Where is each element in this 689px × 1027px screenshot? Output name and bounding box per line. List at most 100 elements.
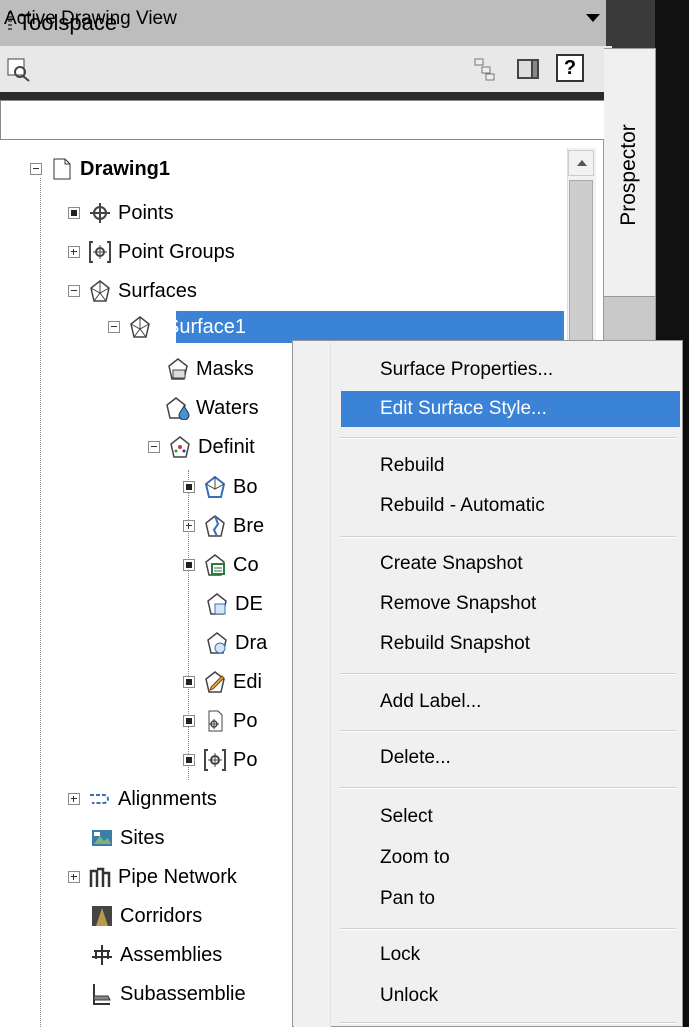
tree-item-label: Assemblies: [120, 943, 223, 966]
menu-item-remove-snapshot[interactable]: Remove Snapshot: [380, 593, 536, 615]
menu-separator: [340, 673, 676, 675]
view-select-value: Active Drawing View: [4, 8, 177, 29]
tree-item-sites[interactable]: Sites: [82, 821, 164, 855]
tree-item-label: Po: [233, 748, 258, 771]
surface-icon: [128, 315, 152, 339]
menu-separator: [340, 928, 676, 930]
breakline-icon: [203, 514, 227, 538]
tree-item-label: Bo: [233, 475, 258, 498]
menu-item-add-label[interactable]: Add Label...: [380, 691, 481, 713]
menu-item-delete[interactable]: Delete...: [380, 747, 451, 769]
tree-item-drawing-objects[interactable]: Dra: [197, 626, 267, 660]
drawing-object-icon: [205, 631, 229, 655]
tree-item-breaklines[interactable]: Bre: [183, 509, 264, 543]
menu-item-unlock[interactable]: Unlock: [380, 985, 438, 1007]
tree-item-label: Pipe Network: [118, 865, 237, 888]
help-button[interactable]: ?: [556, 54, 584, 82]
contour-icon: [203, 553, 227, 577]
tree-item-label: Definit: [198, 435, 255, 458]
node-icon[interactable]: [183, 559, 195, 571]
collapse-icon[interactable]: [30, 163, 42, 175]
expand-icon[interactable]: [68, 246, 80, 258]
alignment-icon: [88, 787, 112, 811]
expand-icon[interactable]: [68, 871, 80, 883]
tree-item-masks[interactable]: Masks: [158, 352, 254, 386]
tree-item-definition[interactable]: Definit: [148, 430, 255, 464]
tree-item-points[interactable]: Points: [68, 196, 174, 230]
mask-icon: [166, 357, 190, 381]
expand-icon[interactable]: [68, 793, 80, 805]
tree-item-pipe-networks[interactable]: Pipe Network: [68, 860, 237, 894]
menu-item-rebuild-snapshot[interactable]: Rebuild Snapshot: [380, 633, 530, 655]
collapse-icon[interactable]: [108, 321, 120, 333]
tree-item-surfaces[interactable]: Surfaces: [68, 274, 197, 308]
menu-item-surface-properties[interactable]: Surface Properties...: [380, 359, 553, 381]
menu-item-lock[interactable]: Lock: [380, 944, 420, 966]
node-icon[interactable]: [183, 754, 195, 766]
scroll-up-button[interactable]: [568, 150, 594, 176]
toolbar: ?: [0, 46, 612, 92]
tab-prospector-label: Prospector: [617, 124, 640, 226]
tree-item-label: Masks: [196, 357, 254, 380]
menu-item-create-snapshot[interactable]: Create Snapshot: [380, 553, 523, 575]
view-select[interactable]: [0, 100, 608, 140]
node-icon[interactable]: [183, 715, 195, 727]
tree-item-label: Points: [118, 201, 174, 224]
tree-item-subassemblies[interactable]: Subassemblie: [82, 977, 246, 1011]
menu-item-rebuild-automatic[interactable]: Rebuild - Automatic: [380, 495, 545, 517]
menu-item-zoom-to[interactable]: Zoom to: [380, 847, 450, 869]
tree-item-boundaries[interactable]: Bo: [183, 470, 257, 504]
chevron-down-icon[interactable]: [586, 14, 600, 22]
tree-item-label: Edi: [233, 670, 262, 693]
tree-item-label: Surfaces: [118, 279, 197, 302]
menu-item-select[interactable]: Select: [380, 806, 433, 828]
menu-item-pan-to[interactable]: Pan to: [380, 888, 435, 910]
menu-separator: [340, 1022, 676, 1024]
tree-item-point-groups[interactable]: Point Groups: [68, 235, 235, 269]
tree-item-surface1[interactable]: Surface1: [108, 310, 246, 344]
tree-item-assemblies[interactable]: Assemblies: [82, 938, 222, 972]
menu-separator: [340, 536, 676, 538]
item-view-icon[interactable]: [472, 56, 498, 82]
tree-item-label: Dra: [235, 631, 268, 654]
tree-item-edits[interactable]: Edi: [183, 665, 262, 699]
tree-item-corridors[interactable]: Corridors: [82, 899, 202, 933]
toolspace-options-icon[interactable]: [515, 56, 541, 82]
menu-item-edit-surface-style[interactable]: Edit Surface Style...: [380, 398, 547, 420]
tree-item-contours[interactable]: Co: [183, 548, 259, 582]
boundary-icon: [203, 475, 227, 499]
menu-separator: [340, 437, 676, 439]
node-icon[interactable]: [183, 676, 195, 688]
menu-separator: [340, 730, 676, 732]
tree-item-alignments[interactable]: Alignments: [68, 782, 217, 816]
corridor-icon: [90, 904, 114, 928]
tree-item-label: Point Groups: [118, 240, 235, 263]
tree-item-watersheds[interactable]: Waters: [158, 391, 259, 425]
menu-item-rebuild[interactable]: Rebuild: [380, 455, 444, 477]
drawing-icon: [50, 157, 74, 181]
tree-item-label: Surface1: [166, 315, 247, 338]
tree-item-label: Po: [233, 709, 258, 732]
collapse-icon[interactable]: [148, 441, 160, 453]
site-icon: [90, 826, 114, 850]
tree-root[interactable]: Drawing1: [30, 152, 170, 186]
tree-item-dem-files[interactable]: DE: [197, 587, 263, 621]
edit-icon: [203, 670, 227, 694]
expand-icon[interactable]: [183, 520, 195, 532]
context-menu-icon-gutter: [294, 342, 331, 1027]
pipe-network-icon: [88, 865, 112, 889]
dem-file-icon: [205, 592, 229, 616]
context-menu: [292, 340, 683, 1027]
surface-icon: [88, 279, 112, 303]
collapse-icon[interactable]: [68, 285, 80, 297]
subassembly-icon: [90, 982, 114, 1006]
tree-item-label: Alignments: [118, 787, 217, 810]
zoom-to-icon[interactable]: [6, 56, 32, 82]
node-icon[interactable]: [183, 481, 195, 493]
tree-item-point-files[interactable]: Po: [183, 704, 257, 738]
tree-item-point-groups-def[interactable]: Po: [183, 743, 257, 777]
point-group-icon: [203, 748, 227, 772]
point-icon: [88, 201, 112, 225]
node-icon[interactable]: [68, 207, 80, 219]
tree-item-label: Subassemblie: [120, 982, 246, 1005]
